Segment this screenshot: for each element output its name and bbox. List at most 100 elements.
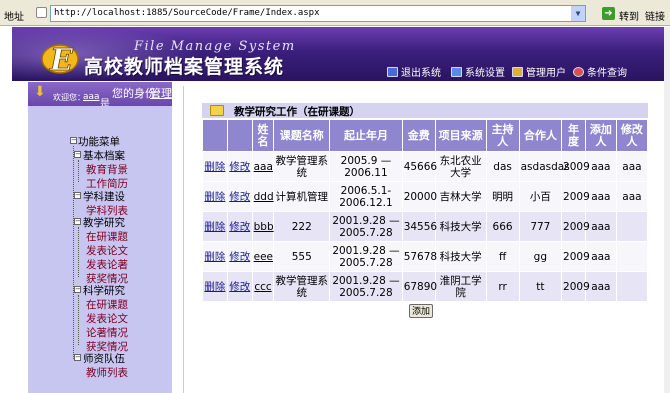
manage-users-button[interactable]: 管理用户 xyxy=(512,64,566,79)
section-header: 教学研究工作（在研课题） xyxy=(202,103,648,118)
delete-link[interactable]: 删除 xyxy=(204,221,225,233)
menu-item-teacher-list[interactable]: 教师列表 xyxy=(86,365,128,380)
menu-group-teaching[interactable]: 教学研究 xyxy=(83,215,125,230)
added-by-cell: aaa xyxy=(585,242,616,271)
period-cell: 2001.9.28 — 2005.7.28 xyxy=(330,272,402,301)
column-header-added-by: 添加人 xyxy=(585,120,616,151)
url-input[interactable]: http://localhost:1885/SourceCode/Frame/I… xyxy=(50,5,586,22)
source-cell: 吉林大学 xyxy=(435,182,486,211)
app-title: 高校教师档案管理系统 xyxy=(84,56,285,78)
logout-button[interactable]: 退出系统 xyxy=(387,64,441,79)
host-cell: das xyxy=(486,152,519,181)
chevron-down-icon[interactable]: ▼ xyxy=(571,6,585,21)
column-header-fund: 金费 xyxy=(402,120,435,151)
period-cell: 2001.9.28 — 2005.7.28 xyxy=(330,242,402,271)
settings-button[interactable]: 系统设置 xyxy=(451,64,505,79)
menu-item-education[interactable]: 教育背景 xyxy=(86,162,128,177)
menu-item-teaching-projects[interactable]: 在研课题 xyxy=(86,229,128,244)
welcome-text: 欢迎您： xyxy=(53,93,85,102)
topic-cell: 计算机管理 xyxy=(274,182,330,211)
sidebar-menu: − 功能菜单 − 基本档案 教育背景 工作简历 − 学科建设 学科列表 − 教学… xyxy=(28,106,172,393)
welcome-user-link[interactable]: aaa xyxy=(83,92,100,102)
menu-group-basic[interactable]: 基本档案 xyxy=(83,148,125,163)
name-link[interactable]: eee xyxy=(254,251,273,263)
root-toggle-icon[interactable]: − xyxy=(70,137,77,144)
year-cell: 2009 xyxy=(562,242,590,271)
query-button[interactable]: 条件查询 xyxy=(573,64,627,79)
search-icon xyxy=(573,66,584,77)
delete-link[interactable]: 删除 xyxy=(204,281,225,293)
tree-line xyxy=(73,146,74,359)
host-cell: rr xyxy=(486,272,519,301)
name-link[interactable]: bbb xyxy=(254,221,274,233)
scrollbar[interactable] xyxy=(664,27,670,393)
year-cell: 2009 xyxy=(562,182,590,211)
fund-cell: 34556 xyxy=(402,212,437,241)
modified-by-cell xyxy=(616,242,647,271)
table-row: 删除 修改 aaa 教学管理系统 2005.9 — 2006.11 45666 … xyxy=(203,152,647,181)
added-by-cell: aaa xyxy=(585,212,616,241)
table-row: 删除 修改 ddd 计算机管理 2006.5.1- 2006.12.1 2000… xyxy=(203,182,647,211)
address-bar: 地址 http://localhost:1885/SourceCode/Fram… xyxy=(0,0,670,26)
modified-by-cell xyxy=(616,212,647,241)
partner-cell: 小百 xyxy=(519,182,562,211)
source-cell: 淮阴工学院 xyxy=(435,272,486,301)
table-row: 删除 修改 bbb 222 2001.9.28 — 2005.7.28 3455… xyxy=(203,212,647,241)
delete-link[interactable]: 删除 xyxy=(204,191,225,203)
query-label: 条件查询 xyxy=(587,68,627,79)
svg-text:E: E xyxy=(49,43,74,77)
partner-cell: tt xyxy=(519,272,562,301)
menu-group-faculty[interactable]: 师资队伍 xyxy=(83,351,125,366)
go-arrow-icon[interactable]: ➜ xyxy=(602,7,615,20)
arrow-down-icon: ⬇ xyxy=(34,84,46,100)
section-title: 教学研究工作（在研课题） xyxy=(234,106,360,118)
topic-cell: 教学管理系统 xyxy=(274,152,330,181)
menu-group-discipline[interactable]: 学科建设 xyxy=(83,189,125,204)
exit-icon xyxy=(387,66,398,77)
group-toggle-icon[interactable]: − xyxy=(74,192,81,199)
edit-link[interactable]: 修改 xyxy=(229,281,250,293)
partner-cell: 777 xyxy=(519,212,562,241)
group-toggle-icon[interactable]: − xyxy=(74,354,81,361)
topic-cell: 教学管理系统 xyxy=(274,272,330,301)
column-header xyxy=(203,120,227,151)
topic-cell: 222 xyxy=(274,212,330,241)
host-cell: 明明 xyxy=(486,182,519,211)
column-header xyxy=(227,120,252,151)
edit-link[interactable]: 修改 xyxy=(229,161,250,173)
edit-link[interactable]: 修改 xyxy=(229,221,250,233)
menu-item-research-works[interactable]: 论著情况 xyxy=(86,325,128,340)
name-link[interactable]: ddd xyxy=(254,191,274,203)
group-toggle-icon[interactable]: − xyxy=(74,286,81,293)
menu-group-research[interactable]: 科学研究 xyxy=(83,283,125,298)
group-toggle-icon[interactable]: − xyxy=(74,218,81,225)
fund-cell: 20000 xyxy=(402,182,437,211)
name-link[interactable]: ccc xyxy=(254,281,271,293)
table-header-row: 姓名 课题名称 起止年月 金费 项目来源 主持人 合作人 年度 添加人 修改人 xyxy=(203,120,647,151)
main-content: 教学研究工作（在研课题） 姓名 课题名称 起止年月 金费 项目来源 主持人 合作… xyxy=(183,86,670,393)
go-button[interactable]: 转到 xyxy=(619,8,639,23)
menu-item-teaching-works[interactable]: 发表论著 xyxy=(86,257,128,272)
menu-item-teaching-papers[interactable]: 发表论文 xyxy=(86,243,128,258)
add-button[interactable]: 添加 xyxy=(409,304,433,318)
folder-icon xyxy=(210,105,224,116)
added-by-cell: aaa xyxy=(585,152,616,181)
edit-link[interactable]: 修改 xyxy=(229,191,250,203)
added-by-cell: aaa xyxy=(585,182,616,211)
links-button[interactable]: 链接 xyxy=(645,8,665,23)
column-header-year: 年度 xyxy=(562,120,585,151)
partner-cell: asdasdas xyxy=(519,152,570,181)
column-header-name: 姓名 xyxy=(252,120,274,151)
name-link[interactable]: aaa xyxy=(254,161,273,173)
column-header-period: 起止年月 xyxy=(330,120,402,151)
identity-link[interactable]: 管理 xyxy=(150,85,172,101)
delete-link[interactable]: 删除 xyxy=(204,251,225,263)
group-toggle-icon[interactable]: − xyxy=(74,151,81,158)
users-icon xyxy=(512,66,523,77)
menu-item-research-projects[interactable]: 在研课题 xyxy=(86,297,128,312)
menu-root[interactable]: 功能菜单 xyxy=(78,134,120,149)
table-row: 删除 修改 ccc 教学管理系统 2001.9.28 — 2005.7.28 6… xyxy=(203,272,647,301)
delete-link[interactable]: 删除 xyxy=(204,161,225,173)
menu-item-research-papers[interactable]: 发表论文 xyxy=(86,311,128,326)
edit-link[interactable]: 修改 xyxy=(229,251,250,263)
